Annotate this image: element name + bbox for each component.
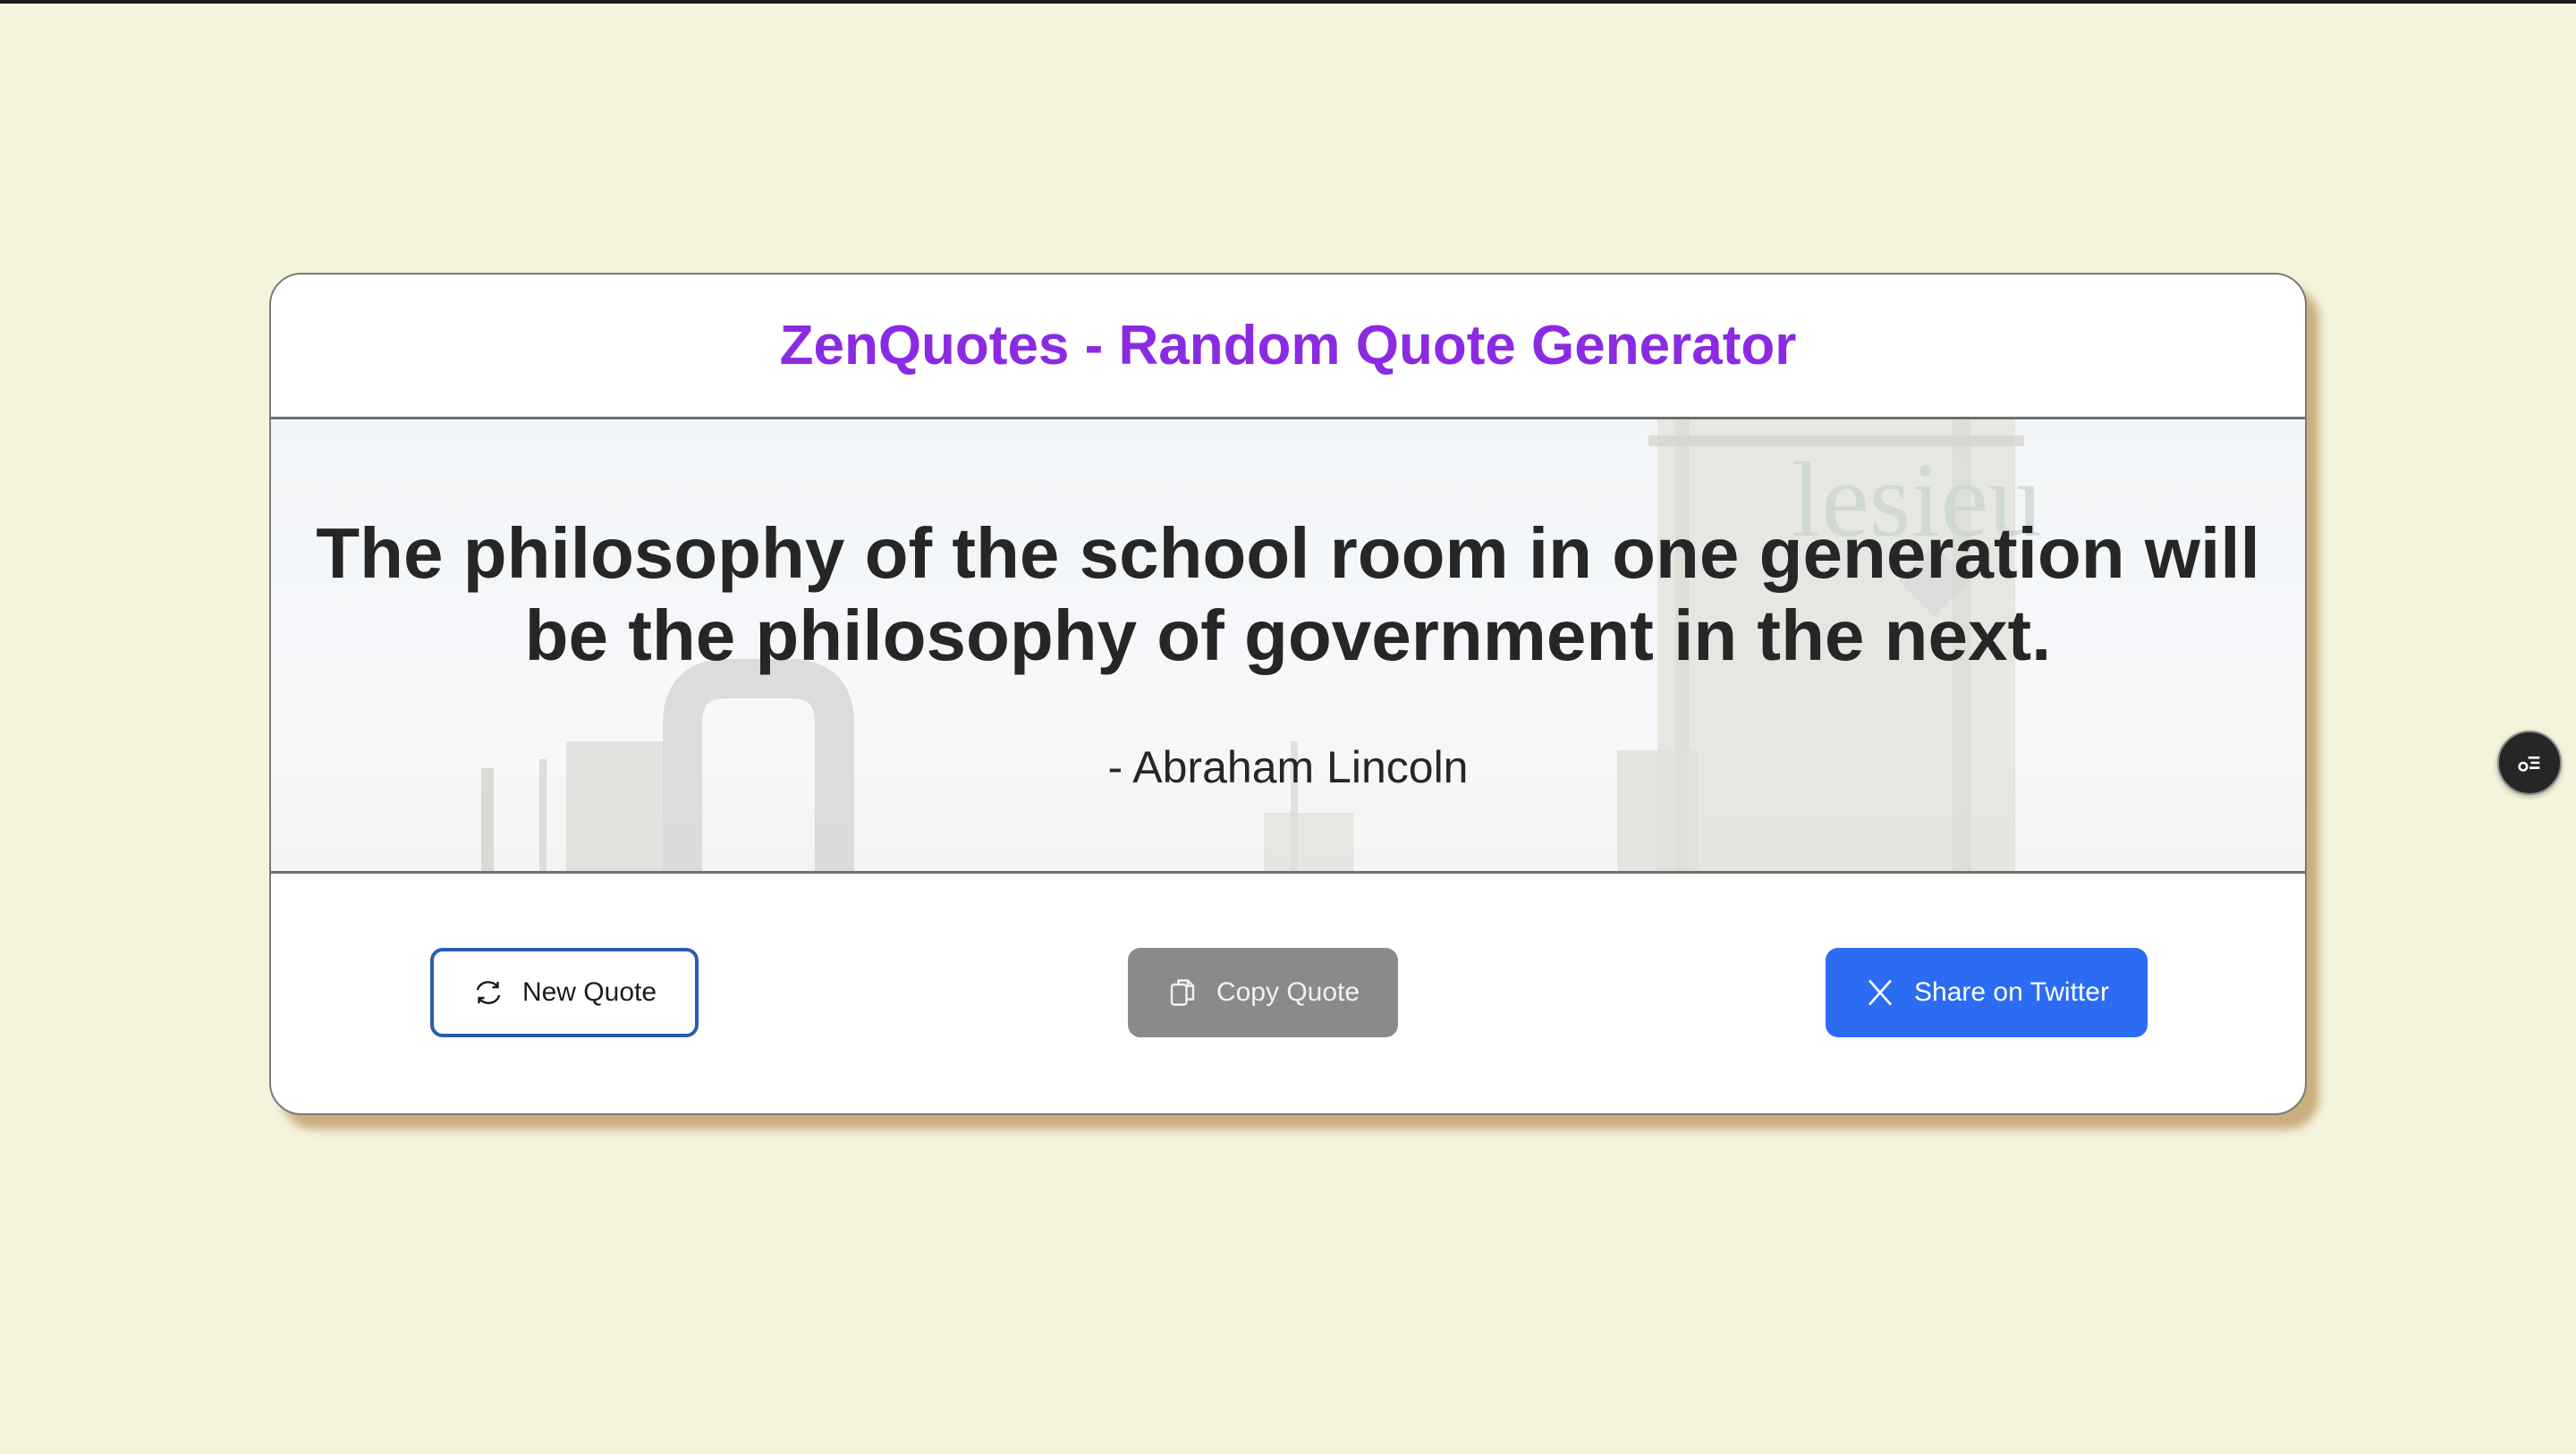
copy-quote-label: Copy Quote <box>1216 977 1360 1007</box>
share-twitter-button[interactable]: Share on Twitter <box>1826 948 2148 1037</box>
card-header: ZenQuotes - Random Quote Generator <box>271 275 2305 419</box>
copy-icon <box>1170 979 1195 1006</box>
share-twitter-label: Share on Twitter <box>1914 977 2109 1007</box>
copy-quote-button[interactable]: Copy Quote <box>1128 948 1398 1037</box>
top-border <box>0 0 2576 4</box>
refresh-icon <box>476 981 501 1004</box>
page-title: ZenQuotes - Random Quote Generator <box>779 315 1797 376</box>
quote-author: - Abraham Lincoln <box>1107 742 1469 792</box>
x-logo-icon <box>1868 979 1893 1006</box>
new-quote-label: New Quote <box>521 977 657 1007</box>
quote-card: ZenQuotes - Random Quote Generator lesie… <box>269 273 2307 1115</box>
floating-menu-button[interactable] <box>2497 731 2562 795</box>
quote-text: The philosophy of the school room in one… <box>316 513 2260 675</box>
quote-area: lesieu The philosophy of the school room… <box>271 419 2305 874</box>
list-settings-icon <box>2518 757 2540 772</box>
new-quote-button[interactable]: New Quote <box>430 948 699 1037</box>
actions-bar: New Quote Copy Quote Share on Twitter <box>271 874 2305 1113</box>
